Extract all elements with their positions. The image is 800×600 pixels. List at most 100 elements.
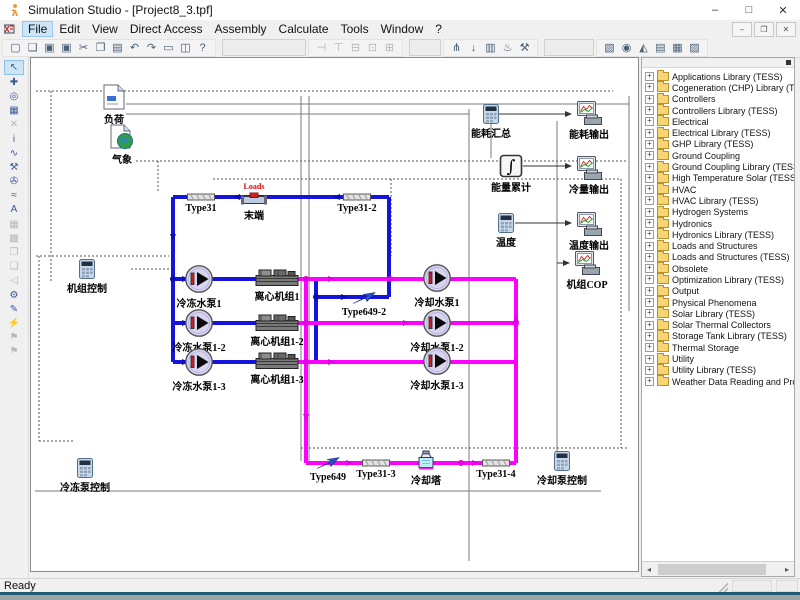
- scroll-right-icon[interactable]: ▸: [780, 563, 794, 576]
- expand-icon[interactable]: +: [645, 208, 654, 217]
- tree-item[interactable]: +Weather Data Reading and Process: [642, 376, 794, 387]
- pan-tool-button[interactable]: ✚: [5, 76, 23, 89]
- zoom-tool-button[interactable]: ◎: [5, 90, 23, 103]
- pen-tool-button[interactable]: ✎: [5, 303, 23, 316]
- snapshot-tool-button[interactable]: ▦: [5, 104, 23, 117]
- redo-button[interactable]: ↷: [144, 41, 159, 55]
- tree-item[interactable]: +Utility: [642, 353, 794, 364]
- expand-icon[interactable]: +: [645, 185, 654, 194]
- save-all-button[interactable]: ▣: [59, 41, 74, 55]
- expand-icon[interactable]: +: [645, 298, 654, 307]
- tree-item[interactable]: +Cogeneration (CHP) Library (TESS): [642, 82, 794, 93]
- expand-icon[interactable]: +: [645, 377, 654, 386]
- copy-button[interactable]: ❐: [93, 41, 108, 55]
- alarm-view-button[interactable]: ◭: [636, 41, 651, 55]
- open-button[interactable]: ❏: [25, 41, 40, 55]
- menu-help[interactable]: ?: [429, 21, 448, 37]
- settings-tool-button[interactable]: ⚙: [5, 289, 23, 302]
- tree-item[interactable]: +Output: [642, 286, 794, 297]
- table-view-button[interactable]: ▥: [483, 41, 498, 55]
- expand-icon[interactable]: +: [645, 219, 654, 228]
- menu-file[interactable]: File: [22, 21, 53, 37]
- panel-pin-button[interactable]: [786, 60, 791, 65]
- expand-icon[interactable]: +: [645, 129, 654, 138]
- resize-grip[interactable]: [716, 580, 728, 592]
- tree-item[interactable]: +Ground Coupling Library (TESS): [642, 161, 794, 172]
- tree-item[interactable]: +Hydronics: [642, 218, 794, 229]
- expand-icon[interactable]: +: [645, 343, 654, 352]
- save-button[interactable]: ▣: [42, 41, 57, 55]
- scrollbar-thumb[interactable]: [658, 564, 766, 575]
- tree-item[interactable]: +Obsolete: [642, 263, 794, 274]
- card-view-button[interactable]: ▨: [687, 41, 702, 55]
- menu-direct-access[interactable]: Direct Access: [124, 21, 209, 37]
- assembly-tools-button[interactable]: ⚒: [517, 41, 532, 55]
- window-view-button[interactable]: ▧: [602, 41, 617, 55]
- print-preview-button[interactable]: ◫: [178, 41, 193, 55]
- expand-icon[interactable]: +: [645, 174, 654, 183]
- expand-icon[interactable]: +: [645, 366, 654, 375]
- child-close-button[interactable]: ✕: [776, 22, 796, 37]
- expand-icon[interactable]: +: [645, 95, 654, 104]
- help-button[interactable]: ?: [195, 41, 210, 55]
- expand-icon[interactable]: +: [645, 230, 654, 239]
- tree-item[interactable]: +Solar Library (TESS): [642, 308, 794, 319]
- tree-item[interactable]: +Controllers: [642, 94, 794, 105]
- project-canvas[interactable]: 负荷气象Type31Loads末端Type31-2能耗汇总能耗输出∫能量累计冷量…: [30, 57, 639, 572]
- maximize-button[interactable]: □: [732, 0, 766, 20]
- expand-icon[interactable]: +: [645, 253, 654, 262]
- expand-icon[interactable]: +: [645, 83, 654, 92]
- tree-item[interactable]: +Utility Library (TESS): [642, 365, 794, 376]
- tree-item[interactable]: +GHP Library (TESS): [642, 139, 794, 150]
- link-tool-button[interactable]: ∿: [5, 147, 23, 160]
- expand-icon[interactable]: +: [645, 151, 654, 160]
- expand-icon[interactable]: +: [645, 163, 654, 172]
- tree-item[interactable]: +Applications Library (TESS): [642, 71, 794, 82]
- scroll-left-icon[interactable]: ◂: [642, 563, 656, 576]
- tree-item[interactable]: +Solar Thermal Collectors: [642, 320, 794, 331]
- expand-icon[interactable]: +: [645, 287, 654, 296]
- text-tool-button[interactable]: A: [5, 203, 23, 216]
- menu-calculate[interactable]: Calculate: [273, 21, 335, 37]
- expand-icon[interactable]: +: [645, 140, 654, 149]
- expand-icon[interactable]: +: [645, 264, 654, 273]
- project-tree-button[interactable]: ⋔: [449, 41, 464, 55]
- tree-item[interactable]: +Hydrogen Systems: [642, 207, 794, 218]
- tree-item[interactable]: +Storage Tank Library (TESS): [642, 331, 794, 342]
- tree-item[interactable]: +Physical Phenomena: [642, 297, 794, 308]
- expand-icon[interactable]: +: [645, 355, 654, 364]
- expand-icon[interactable]: +: [645, 242, 654, 251]
- menu-edit[interactable]: Edit: [53, 21, 86, 37]
- experiment-button[interactable]: ♨: [500, 41, 515, 55]
- expand-icon[interactable]: +: [645, 332, 654, 341]
- close-button[interactable]: ✕: [766, 0, 800, 20]
- place-component-button[interactable]: ↓: [466, 41, 481, 55]
- new-button[interactable]: ▢: [8, 41, 23, 55]
- expand-icon[interactable]: +: [645, 196, 654, 205]
- info-tool-button[interactable]: i: [5, 133, 23, 146]
- expand-icon[interactable]: +: [645, 309, 654, 318]
- tree-item[interactable]: +Optimization Library (TESS): [642, 274, 794, 285]
- child-minimize-button[interactable]: –: [732, 22, 752, 37]
- tree-item[interactable]: +Hydronics Library (TESS): [642, 229, 794, 240]
- report-view-button[interactable]: ▤: [653, 41, 668, 55]
- print-output-button[interactable]: ▦: [670, 41, 685, 55]
- minimize-button[interactable]: –: [698, 0, 732, 20]
- run-tool-button[interactable]: ⚡: [5, 317, 23, 330]
- undo-button[interactable]: ↶: [127, 41, 142, 55]
- tree-item[interactable]: +Loads and Structures (TESS): [642, 252, 794, 263]
- tree-item[interactable]: +Loads and Structures: [642, 240, 794, 251]
- tree-item[interactable]: +Thermal Storage: [642, 342, 794, 353]
- expand-icon[interactable]: +: [645, 106, 654, 115]
- tree-item[interactable]: +Electrical: [642, 116, 794, 127]
- cut-button[interactable]: ✂: [76, 41, 91, 55]
- signal-tool-button[interactable]: ≈: [5, 189, 23, 202]
- child-restore-button[interactable]: ❐: [754, 22, 774, 37]
- repair-tool-button[interactable]: ⚒: [5, 161, 23, 174]
- select-tool-button[interactable]: ↖: [4, 60, 24, 75]
- tree-item[interactable]: +HVAC: [642, 184, 794, 195]
- paste-button[interactable]: ▤: [110, 41, 125, 55]
- tree-item[interactable]: +Ground Coupling: [642, 150, 794, 161]
- stamp-tool-button[interactable]: ✇: [5, 175, 23, 188]
- tree-item[interactable]: +Controllers Library (TESS): [642, 105, 794, 116]
